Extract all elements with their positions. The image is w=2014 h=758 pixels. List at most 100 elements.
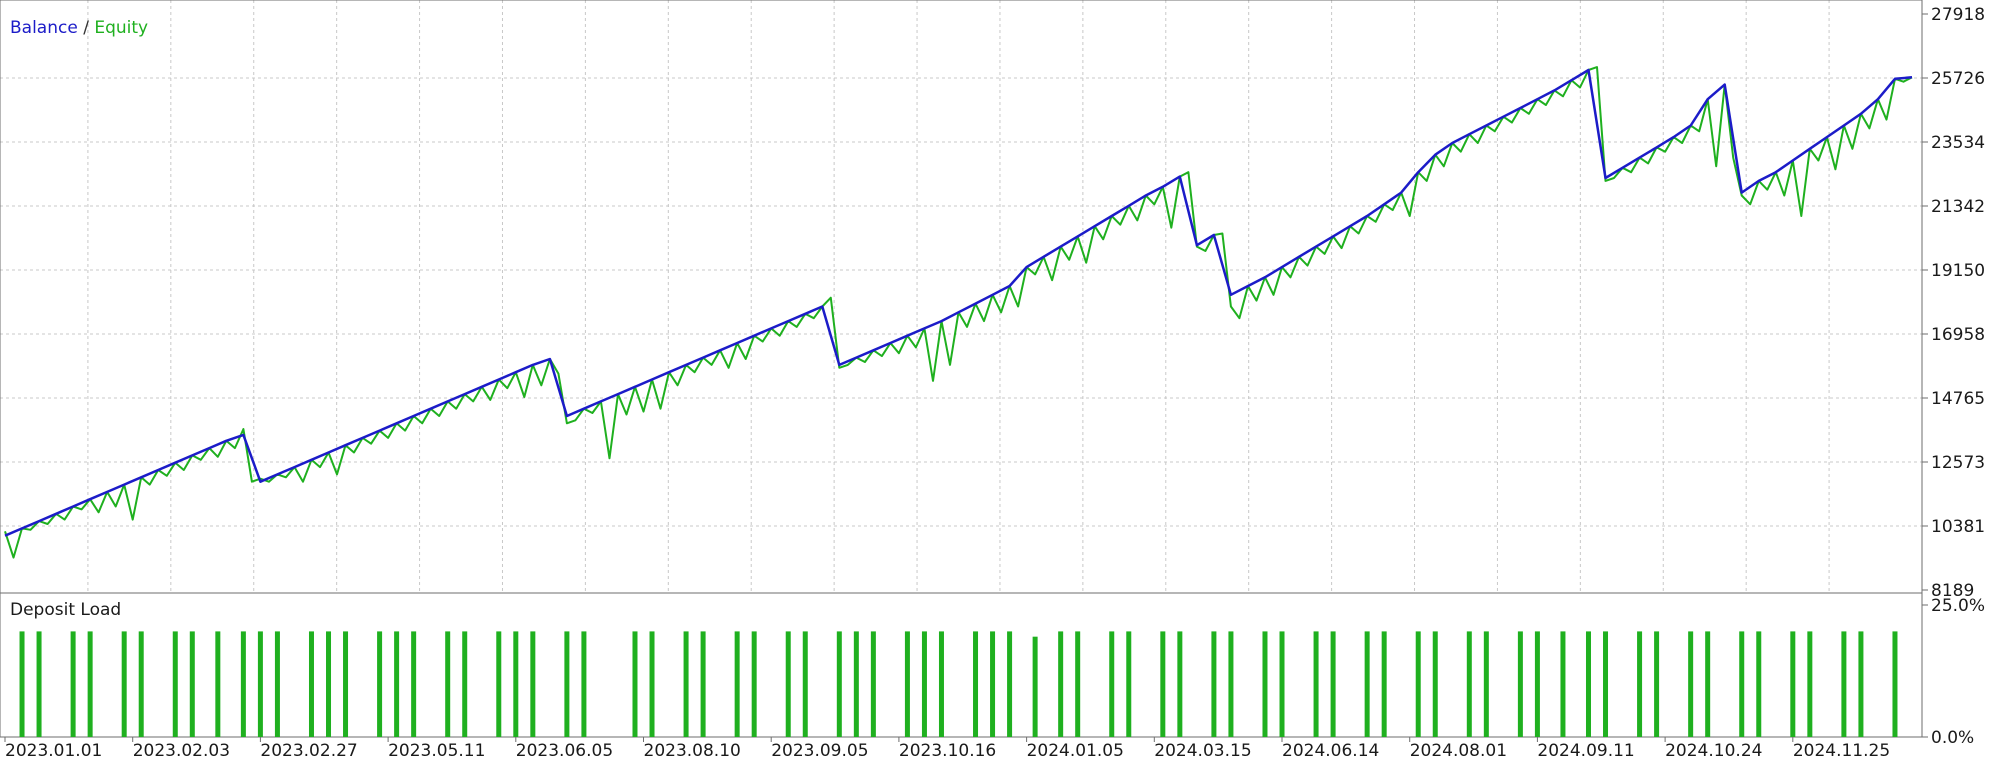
deposit-load-bar: [308, 631, 314, 737]
x-tick-label: 2023.05.11: [388, 741, 485, 758]
balance-equity-title: Balance / Equity: [10, 18, 148, 38]
deposit-load-bar: [1705, 631, 1711, 737]
y-tick-label: 25726: [1931, 69, 1985, 89]
deposit-load-bar: [1364, 631, 1370, 737]
deposit-load-bar: [19, 631, 25, 737]
x-tick-label: 2024.10.24: [1665, 741, 1762, 758]
balance-legend: Balance: [10, 18, 78, 38]
x-tick-label: 2024.08.01: [1410, 741, 1507, 758]
deposit-load-bar: [1432, 631, 1438, 737]
deposit-load-bar: [802, 631, 808, 737]
deposit-load-bar: [1279, 631, 1285, 737]
deposit-load-bar: [1560, 631, 1566, 737]
y-tick-label: 12573: [1931, 453, 1985, 473]
deposit-load-bar: [70, 631, 76, 737]
deposit-load-bar: [377, 631, 383, 737]
deposit-load-bar: [1603, 631, 1609, 737]
deposit-load-bar: [938, 631, 944, 737]
deposit-load-bar: [853, 631, 859, 737]
deposit-load-bar: [904, 631, 910, 737]
deposit-load-bar: [700, 631, 706, 737]
deposit-load-bar: [870, 631, 876, 737]
chart-root: 27918 25726 23534 21342 19150 16958 14765 12573…: [0, 0, 2014, 758]
y-tick-label: 23534: [1931, 133, 1985, 153]
deposit-load-bar: [257, 631, 263, 737]
deposit-load-bar: [1415, 631, 1421, 737]
deposit-load-bar: [87, 631, 93, 737]
deposit-load-bar: [581, 631, 587, 737]
deposit-load-bar: [1483, 631, 1489, 737]
deposit-load-bar: [1585, 631, 1591, 737]
x-tick-label: 2024.03.15: [1154, 741, 1251, 758]
deposit-load-bar: [36, 631, 42, 737]
y-tick-label: 16958: [1931, 325, 1985, 345]
deposit-load-bar: [394, 631, 400, 737]
equity-legend: Equity: [94, 18, 148, 38]
x-tick-label: 2023.01.01: [5, 741, 102, 758]
deposit-load-bar: [496, 631, 502, 737]
y-tick-label: 14765: [1931, 389, 1985, 409]
deposit-load-title: Deposit Load: [10, 600, 121, 620]
y-tick-label: 19150: [1931, 261, 1985, 281]
deposit-load-bar: [683, 631, 689, 737]
y-tick-label: 27918: [1931, 5, 1985, 25]
deposit-load-bar: [411, 631, 417, 737]
deposit-load-bar: [1790, 631, 1796, 737]
deposit-load-bar: [1228, 631, 1234, 737]
deposit-load-bar: [1841, 631, 1847, 737]
deposit-load-bar: [836, 631, 842, 737]
deposit-load-bar: [1177, 631, 1183, 737]
x-tick-label: 2023.02.03: [133, 741, 230, 758]
deposit-load-bar: [1654, 631, 1660, 737]
deposit-load-bar: [1756, 631, 1762, 737]
x-tick-label: 2024.09.11: [1537, 741, 1634, 758]
deposit-load-bar: [564, 631, 570, 737]
deposit-load-bar: [240, 631, 246, 737]
deposit-load-bar: [1109, 631, 1115, 737]
deposit-load-bar: [530, 631, 536, 737]
deposit-load-bar: [1517, 631, 1523, 737]
x-tick-label: 2023.08.10: [644, 741, 741, 758]
legend-separator: /: [78, 18, 95, 38]
background: [0, 0, 2014, 758]
deposit-load-bar: [1058, 631, 1064, 737]
x-axis: 2023.01.01 2023.02.03 2023.02.27 2023.05.11…: [4, 737, 1890, 758]
x-tick-label: 2023.02.27: [260, 741, 357, 758]
deposit-load-bar: [1534, 631, 1540, 737]
deposit-load-bar: [1858, 631, 1864, 737]
deposit-load-bar: [1126, 631, 1132, 737]
deposit-load-bar: [343, 631, 349, 737]
deposit-load-bar: [1739, 631, 1745, 737]
deposit-load-bar: [121, 631, 127, 737]
deposit-load-bar: [326, 631, 332, 737]
deposit-load-bar: [462, 631, 468, 737]
deposit-load-bar: [1637, 631, 1643, 737]
x-tick-label: 2024.11.25: [1793, 741, 1890, 758]
deposit-load-bar: [734, 631, 740, 737]
deposit-load-bar: [1007, 631, 1013, 737]
deposit-load-bar: [445, 631, 451, 737]
y-tick-label: 0.0%: [1931, 728, 1974, 748]
deposit-load-bar: [1892, 631, 1898, 737]
x-tick-label: 2024.01.05: [1027, 741, 1124, 758]
deposit-load-bar: [990, 631, 996, 737]
deposit-load-bar: [1807, 631, 1813, 737]
deposit-load-bar: [138, 631, 144, 737]
deposit-load-bar: [215, 631, 221, 737]
x-tick-label: 2023.06.05: [516, 741, 613, 758]
deposit-load-bar: [1032, 636, 1038, 737]
deposit-load-bar: [751, 631, 757, 737]
deposit-load-bar: [921, 631, 927, 737]
deposit-load-bar: [1330, 631, 1336, 737]
deposit-load-bar: [1313, 631, 1319, 737]
x-tick-label: 2023.10.16: [899, 741, 996, 758]
deposit-load-bar: [1160, 631, 1166, 737]
deposit-load-bar: [649, 631, 655, 737]
deposit-load-bar: [513, 631, 519, 737]
y-tick-label: 21342: [1931, 197, 1985, 217]
deposit-load-bar: [973, 631, 979, 737]
deposit-load-bar: [785, 631, 791, 737]
y-tick-label: 10381: [1931, 517, 1985, 537]
y-tick-label: 25.0%: [1931, 596, 1985, 616]
deposit-load-bar: [189, 631, 195, 737]
